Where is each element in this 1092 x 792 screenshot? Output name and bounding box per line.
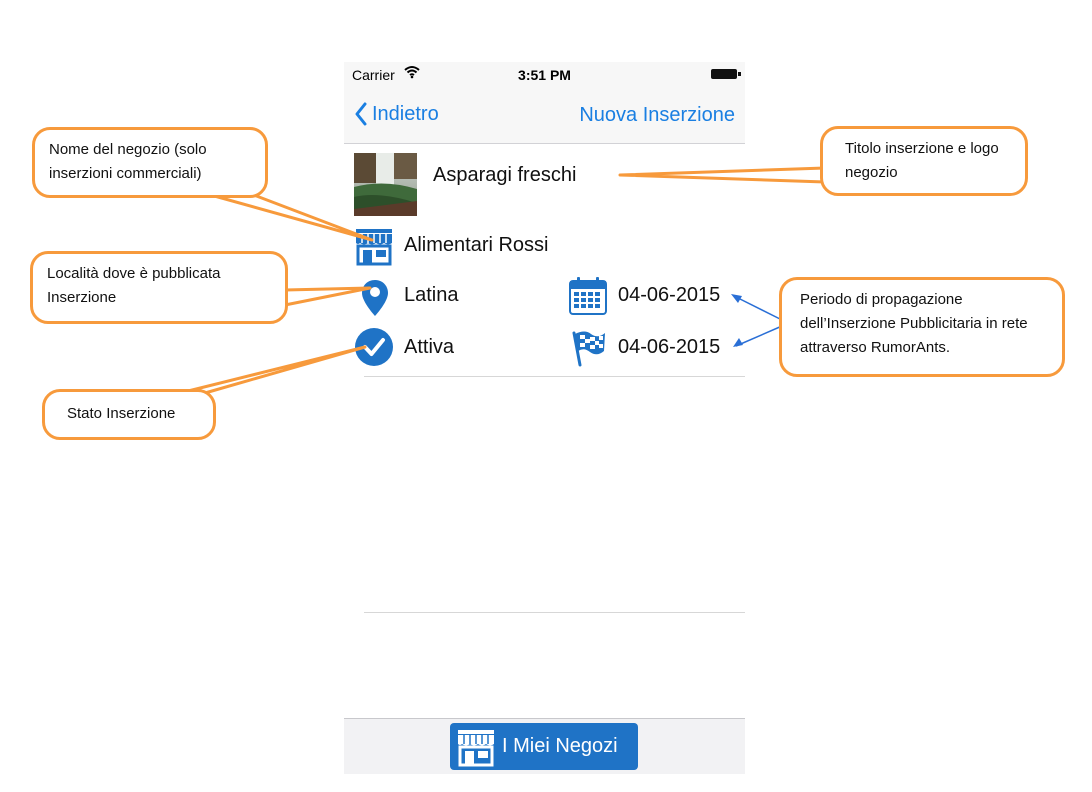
shop-name: Alimentari Rossi bbox=[404, 234, 549, 256]
back-chevron-icon bbox=[355, 102, 367, 126]
callout-status: Stato Inserzione bbox=[42, 389, 216, 440]
callout-period: Periodo di propagazione dell’Inserzione … bbox=[779, 277, 1065, 377]
new-ad-button[interactable]: Nuova Inserzione bbox=[579, 104, 735, 127]
ad-title: Asparagi freschi bbox=[433, 164, 577, 186]
store-icon bbox=[458, 729, 494, 766]
ad-thumbnail bbox=[354, 153, 417, 216]
end-date: 04-06-2015 bbox=[618, 336, 721, 358]
location-pin-icon bbox=[361, 278, 389, 323]
back-button[interactable]: Indietro bbox=[354, 102, 439, 126]
store-icon bbox=[354, 226, 394, 271]
callout-shop-name: Nome del negozio (solo inserzioni commer… bbox=[32, 127, 268, 198]
checkmark-circle-icon bbox=[354, 327, 394, 372]
location-name: Latina bbox=[404, 284, 459, 306]
my-shops-label: I Miei Negozi bbox=[502, 735, 618, 757]
back-button-label: Indietro bbox=[372, 102, 439, 125]
start-date: 04-06-2015 bbox=[618, 284, 721, 306]
my-shops-button[interactable]: I Miei Negozi bbox=[450, 723, 638, 770]
status-text: Attiva bbox=[404, 336, 455, 358]
callout-title-logo: Titolo inserzione e logo negozio bbox=[820, 126, 1028, 196]
row-separator bbox=[364, 376, 745, 377]
row-separator bbox=[364, 612, 745, 613]
checkered-flag-icon bbox=[568, 327, 608, 372]
callout-pointer-status bbox=[178, 345, 367, 395]
status-time: 3:51 PM bbox=[518, 67, 571, 83]
status-bar: Carrier 3:51 PM bbox=[344, 62, 745, 88]
navigation-bar: Indietro Nuova Inserzione bbox=[344, 88, 745, 144]
callout-location: Località dove è pubblicata Inserzione bbox=[30, 251, 288, 324]
calendar-icon bbox=[568, 276, 608, 321]
battery-icon bbox=[711, 69, 741, 79]
phone-screen: Carrier 3:51 PM Indietro Nuova Inserzion… bbox=[344, 62, 745, 774]
tab-bar: I Miei Negozi bbox=[344, 718, 745, 774]
